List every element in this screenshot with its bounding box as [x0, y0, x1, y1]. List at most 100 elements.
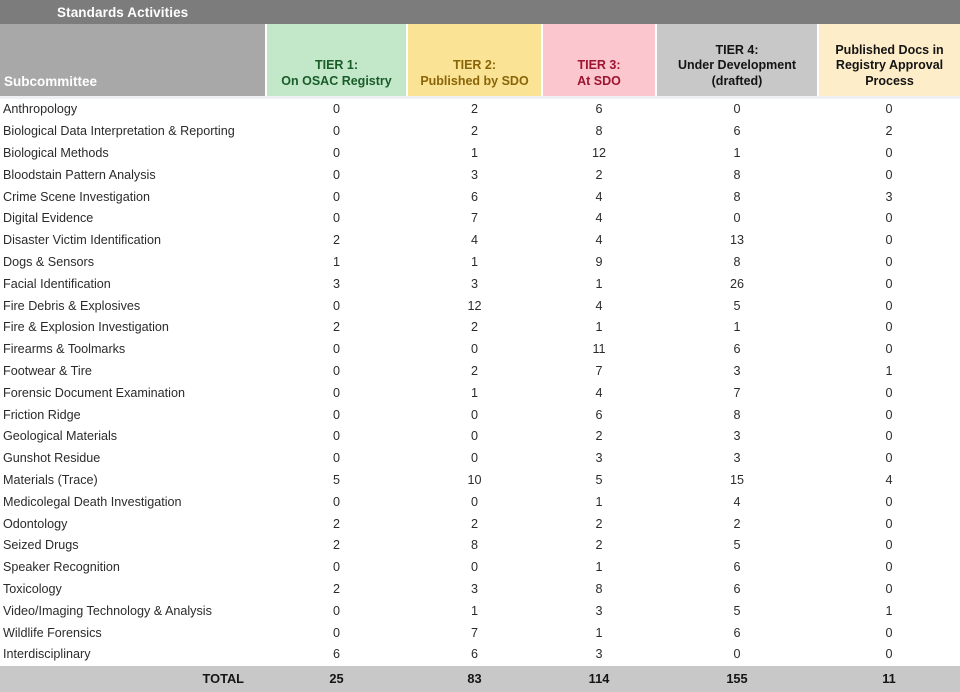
cell-pubdocs: 1	[818, 360, 960, 383]
cell-pubdocs: 0	[818, 229, 960, 252]
column-header-row: Subcommittee TIER 1: On OSAC Registry TI…	[0, 24, 960, 96]
cell-tier3: 1	[542, 556, 656, 579]
table-row: Biological Methods 0 1 12 1 0	[0, 142, 960, 165]
table-row: Biological Data Interpretation & Reporti…	[0, 120, 960, 143]
column-header-subcommittee[interactable]: Subcommittee	[0, 24, 267, 96]
cell-tier1: 0	[266, 207, 407, 230]
cell-tier2: 0	[407, 425, 542, 448]
subcommittee-name: Toxicology	[0, 578, 266, 601]
table-row: Gunshot Residue 0 0 3 3 0	[0, 447, 960, 470]
cell-tier2: 0	[407, 556, 542, 579]
cell-tier3: 3	[542, 447, 656, 470]
column-header-published-docs[interactable]: Published Docs in Registry Approval Proc…	[818, 24, 960, 96]
cell-pubdocs: 0	[818, 251, 960, 274]
cell-pubdocs: 0	[818, 622, 960, 644]
subcommittee-name: Odontology	[0, 513, 266, 535]
cell-pubdocs: 0	[818, 316, 960, 339]
cell-tier3: 7	[542, 360, 656, 383]
total-pubdocs: 11	[818, 665, 960, 692]
cell-tier4: 8	[656, 251, 818, 274]
column-header-tier3[interactable]: TIER 3: At SDO	[542, 24, 657, 96]
cell-pubdocs: 0	[818, 556, 960, 579]
subcommittee-name: Disaster Victim Identification	[0, 229, 266, 252]
table-row: Wildlife Forensics 0 7 1 6 0	[0, 622, 960, 644]
cell-tier2: 0	[407, 447, 542, 470]
pubdocs-label-line2: Registry Approval	[835, 58, 944, 72]
cell-pubdocs: 0	[818, 99, 960, 121]
cell-tier1: 0	[266, 447, 407, 470]
cell-tier1: 1	[266, 251, 407, 274]
cell-tier3: 12	[542, 142, 656, 165]
cell-tier3: 1	[542, 491, 656, 514]
cell-tier4: 26	[656, 273, 818, 296]
cell-pubdocs: 0	[818, 491, 960, 514]
cell-tier4: 6	[656, 622, 818, 644]
subcommittee-name: Friction Ridge	[0, 404, 266, 426]
cell-tier1: 0	[266, 382, 407, 405]
cell-tier3: 3	[542, 643, 656, 666]
subcommittee-name: Speaker Recognition	[0, 556, 266, 579]
cell-tier2: 2	[407, 513, 542, 535]
cell-tier2: 2	[407, 360, 542, 383]
cell-tier2: 0	[407, 491, 542, 514]
subcommittee-name: Biological Methods	[0, 142, 266, 165]
table-row: Video/Imaging Technology & Analysis 0 1 3 5 1	[0, 600, 960, 623]
cell-pubdocs: 0	[818, 164, 960, 187]
table-row: Toxicology 2 3 8 6 0	[0, 578, 960, 601]
subcommittee-name: Medicolegal Death Investigation	[0, 491, 266, 514]
cell-tier2: 1	[407, 142, 542, 165]
table-row: Forensic Document Examination 0 1 4 7 0	[0, 382, 960, 405]
cell-tier4: 3	[656, 447, 818, 470]
cell-tier2: 4	[407, 229, 542, 252]
cell-tier2: 1	[407, 600, 542, 623]
table-row: Interdisciplinary 6 6 3 0 0	[0, 643, 960, 666]
column-header-tier4[interactable]: TIER 4: Under Development (drafted)	[656, 24, 819, 96]
cell-tier2: 2	[407, 316, 542, 339]
total-tier4: 155	[656, 665, 818, 692]
cell-tier4: 7	[656, 382, 818, 405]
cell-pubdocs: 0	[818, 142, 960, 165]
cell-tier4: 4	[656, 491, 818, 514]
cell-tier1: 5	[266, 469, 407, 492]
cell-tier3: 6	[542, 404, 656, 426]
cell-tier3: 2	[542, 164, 656, 187]
subcommittee-name: Facial Identification	[0, 273, 266, 296]
subcommittee-name: Anthropology	[0, 99, 266, 121]
cell-tier4: 6	[656, 120, 818, 143]
table-row: Odontology 2 2 2 2 0	[0, 513, 960, 535]
subcommittee-name: Gunshot Residue	[0, 447, 266, 470]
cell-tier3: 6	[542, 99, 656, 121]
cell-tier3: 2	[542, 513, 656, 535]
cell-tier1: 0	[266, 622, 407, 644]
cell-tier1: 0	[266, 404, 407, 426]
column-header-tier1[interactable]: TIER 1: On OSAC Registry	[266, 24, 408, 96]
table-row: Fire & Explosion Investigation 2 2 1 1 0	[0, 316, 960, 339]
pubdocs-label-line1: Published Docs in	[835, 42, 944, 57]
cell-tier3: 2	[542, 425, 656, 448]
subcommittee-name: Video/Imaging Technology & Analysis	[0, 600, 266, 623]
cell-tier2: 7	[407, 622, 542, 644]
cell-tier4: 2	[656, 513, 818, 535]
subcommittee-name: Footwear & Tire	[0, 360, 266, 383]
table-row: Materials (Trace) 5 10 5 15 4	[0, 469, 960, 492]
cell-tier3: 4	[542, 186, 656, 208]
cell-tier1: 2	[266, 316, 407, 339]
column-header-tier2[interactable]: TIER 2: Published by SDO	[407, 24, 543, 96]
cell-tier4: 0	[656, 643, 818, 666]
total-row: TOTAL 25 83 114 155 11	[0, 665, 960, 692]
cell-pubdocs: 0	[818, 295, 960, 317]
subcommittee-name: Fire & Explosion Investigation	[0, 316, 266, 339]
cell-pubdocs: 0	[818, 404, 960, 426]
cell-tier3: 4	[542, 382, 656, 405]
subcommittee-name: Biological Data Interpretation & Reporti…	[0, 120, 266, 143]
cell-tier4: 8	[656, 186, 818, 208]
cell-tier1: 0	[266, 186, 407, 208]
total-tier2: 83	[407, 665, 542, 692]
cell-pubdocs: 0	[818, 425, 960, 448]
cell-tier1: 0	[266, 142, 407, 165]
table-row: Seized Drugs 2 8 2 5 0	[0, 534, 960, 557]
cell-pubdocs: 0	[818, 273, 960, 296]
cell-tier4: 0	[656, 207, 818, 230]
cell-tier1: 0	[266, 338, 407, 361]
cell-pubdocs: 3	[818, 186, 960, 208]
